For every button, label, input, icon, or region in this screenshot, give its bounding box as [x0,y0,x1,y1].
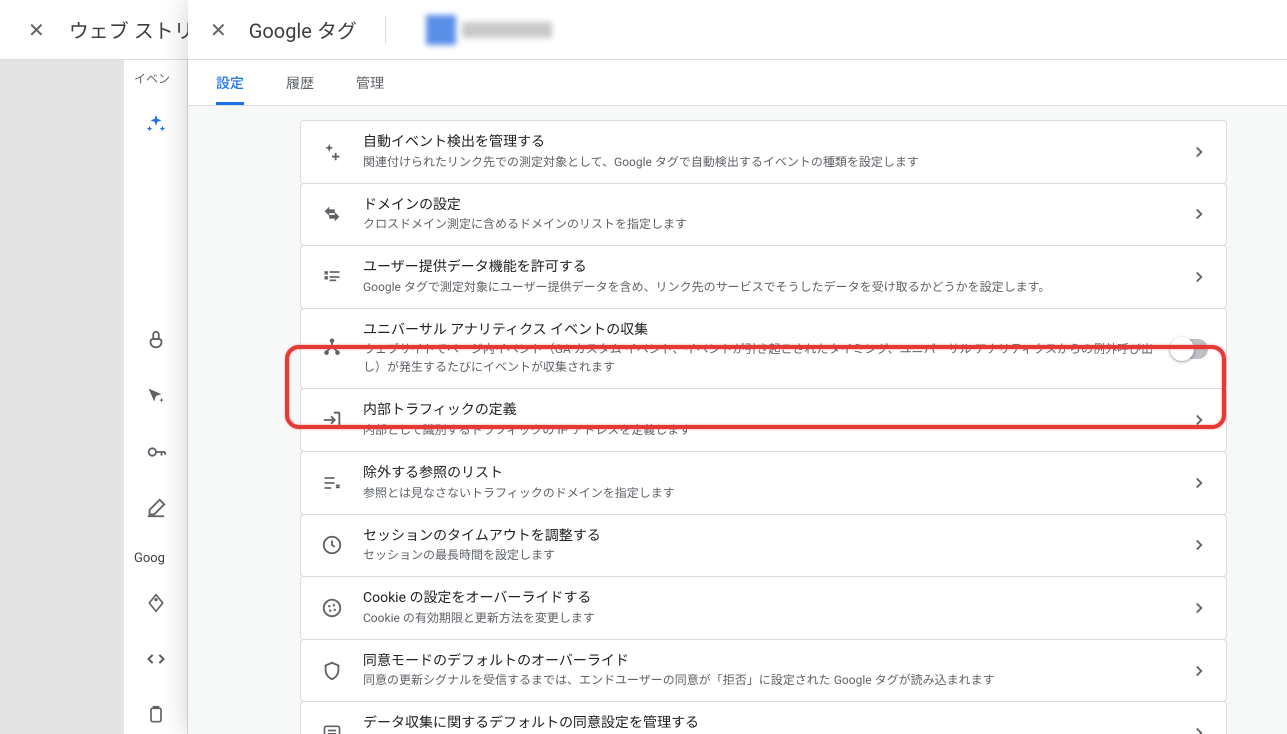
bg-sidebar-top-label: イベン [124,70,170,87]
setting-desc: 同意の更新シグナルを受信するまでは、エンドユーザーの同意が「拒否」に設定された … [363,671,1172,689]
setting-row-8[interactable]: 同意モードのデフォルトのオーバーライド同意の更新シグナルを受信するまでは、エンド… [300,639,1227,703]
setting-desc: クロスドメイン測定に含めるドメインのリストを指定します [363,215,1172,233]
setting-title: 自動イベント検出を管理する [363,133,1172,153]
setting-row-9[interactable]: データ収集に関するデフォルトの同意設定を管理する広告掲載を目的として使用される欧… [300,701,1227,734]
setting-row-3[interactable]: ユニバーサル アナリティクス イベントの収集ウェブサイトでページ内イベント（GA… [300,308,1227,390]
setting-title: ユニバーサル アナリティクス イベントの収集 [363,321,1154,341]
setting-texts: 除外する参照のリスト参照とは見なさないトラフィックのドメインを指定します [363,464,1172,502]
setting-desc: Google タグで測定対象にユーザー提供データを含め、リンク先のサービスでそう… [363,278,1172,296]
panel-title: Google タグ [249,15,357,44]
chevron-right-icon [1190,724,1208,734]
setting-desc: 参照とは見なさないトラフィックのドメインを指定します [363,484,1172,502]
setting-texts: ドメインの設定クロスドメイン測定に含めるドメインのリストを指定します [363,196,1172,234]
clock-icon [319,532,345,558]
setting-texts: 自動イベント検出を管理する関連付けられたリンク先での測定対象として、Google… [363,133,1172,171]
close-icon[interactable]: ✕ [210,18,227,42]
setting-row-6[interactable]: セッションのタイムアウトを調整するセッションの最長時間を設定します [300,514,1227,578]
setting-title: 内部トラフィックの定義 [363,401,1172,421]
toggle-switch[interactable] [1172,339,1208,359]
setting-desc: 関連付けられたリンク先での測定対象として、Google タグで自動検出するイベン… [363,153,1172,171]
code-icon[interactable] [136,640,176,678]
tag-chip-text [462,22,552,38]
setting-title: 除外する参照のリスト [363,464,1172,484]
touch-icon[interactable] [136,321,176,359]
key-icon[interactable] [136,433,176,471]
setting-title: Cookie の設定をオーバーライドする [363,589,1172,609]
setting-title: データ収集に関するデフォルトの同意設定を管理する [363,714,1172,734]
list-exclude-icon [319,470,345,496]
user-data-icon [319,264,345,290]
clipboard-icon[interactable] [136,696,176,734]
chevron-right-icon [1190,205,1208,223]
panel-header: ✕ Google タグ [188,0,1287,60]
setting-title: セッションのタイムアウトを調整する [363,527,1172,547]
chevron-right-icon [1190,599,1208,617]
bg-sidebar-section-label: Goog [124,545,165,566]
setting-texts: 同意モードのデフォルトのオーバーライド同意の更新シグナルを受信するまでは、エンド… [363,652,1172,690]
setting-title: 同意モードのデフォルトのオーバーライド [363,652,1172,672]
setting-desc: Cookie の有効期限と更新方法を変更します [363,609,1172,627]
branch-icon [319,336,345,362]
setting-desc: 内部として識別するトラフィックの IP アドレスを定義します [363,421,1172,439]
login-arrow-icon [319,407,345,433]
setting-texts: ユニバーサル アナリティクス イベントの収集ウェブサイトでページ内イベント（GA… [363,321,1154,377]
setting-row-2[interactable]: ユーザー提供データ機能を許可するGoogle タグで測定対象にユーザー提供データ… [300,245,1227,309]
setting-row-4[interactable]: 内部トラフィックの定義内部として識別するトラフィックの IP アドレスを定義しま… [300,388,1227,452]
tag-icon[interactable] [136,584,176,622]
sparkle-icon[interactable] [136,105,176,143]
panel-tabs: 設定履歴管理 [188,60,1287,106]
tab-1[interactable]: 履歴 [286,60,314,105]
cursor-sparkle-icon[interactable] [136,377,176,415]
chevron-right-icon [1190,662,1208,680]
setting-desc: セッションの最長時間を設定します [363,546,1172,564]
setting-row-1[interactable]: ドメインの設定クロスドメイン測定に含めるドメインのリストを指定します [300,183,1227,247]
setting-row-0[interactable]: 自動イベント検出を管理する関連付けられたリンク先での測定対象として、Google… [300,120,1227,184]
setting-texts: データ収集に関するデフォルトの同意設定を管理する広告掲載を目的として使用される欧… [363,714,1172,734]
shield-icon [319,658,345,684]
close-icon[interactable]: ✕ [28,18,45,42]
setting-texts: Cookie の設定をオーバーライドするCookie の有効期限と更新方法を変更… [363,589,1172,627]
tab-0[interactable]: 設定 [216,60,244,105]
list-check-icon [319,720,345,734]
eraser-icon[interactable] [136,489,176,527]
tab-2[interactable]: 管理 [356,60,384,105]
chevron-right-icon [1190,536,1208,554]
cookie-icon [319,595,345,621]
setting-row-5[interactable]: 除外する参照のリスト参照とは見なさないトラフィックのドメインを指定します [300,451,1227,515]
tag-chip-icon [426,15,456,45]
setting-texts: ユーザー提供データ機能を許可するGoogle タグで測定対象にユーザー提供データ… [363,258,1172,296]
bg-page-title: ウェブ ストリ [69,15,194,44]
chevron-right-icon [1190,143,1208,161]
chevron-right-icon [1190,474,1208,492]
domain-arrows-icon [319,201,345,227]
setting-row-7[interactable]: Cookie の設定をオーバーライドするCookie の有効期限と更新方法を変更… [300,576,1227,640]
setting-desc: ウェブサイトでページ内イベント（GA カスタム イベント、イベントが引き起こされ… [363,340,1154,376]
sparkle-plus-icon [319,139,345,165]
tag-chip[interactable] [426,15,552,45]
bg-sidebar: イベン Goog [124,60,188,734]
setting-title: ドメインの設定 [363,196,1172,216]
divider [385,16,386,44]
chevron-right-icon [1190,411,1208,429]
setting-title: ユーザー提供データ機能を許可する [363,258,1172,278]
google-tag-panel: ✕ Google タグ 設定履歴管理 自動イベント検出を管理する関連付けられたリ… [188,0,1287,734]
settings-list: 自動イベント検出を管理する関連付けられたリンク先での測定対象として、Google… [188,106,1287,734]
chevron-right-icon [1190,268,1208,286]
setting-texts: 内部トラフィックの定義内部として識別するトラフィックの IP アドレスを定義しま… [363,401,1172,439]
setting-texts: セッションのタイムアウトを調整するセッションの最長時間を設定します [363,527,1172,565]
